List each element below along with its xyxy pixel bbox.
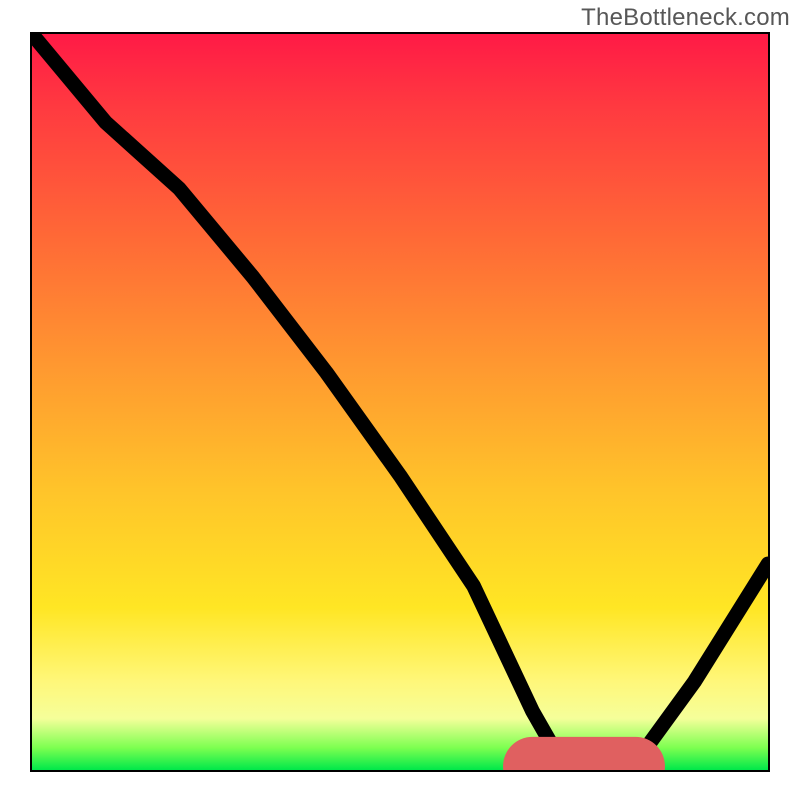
bottleneck-curve-path bbox=[32, 34, 768, 766]
curve-layer bbox=[32, 34, 768, 770]
watermark-text: TheBottleneck.com bbox=[581, 4, 790, 32]
chart-frame: TheBottleneck.com bbox=[0, 0, 800, 800]
plot-area bbox=[30, 32, 770, 772]
